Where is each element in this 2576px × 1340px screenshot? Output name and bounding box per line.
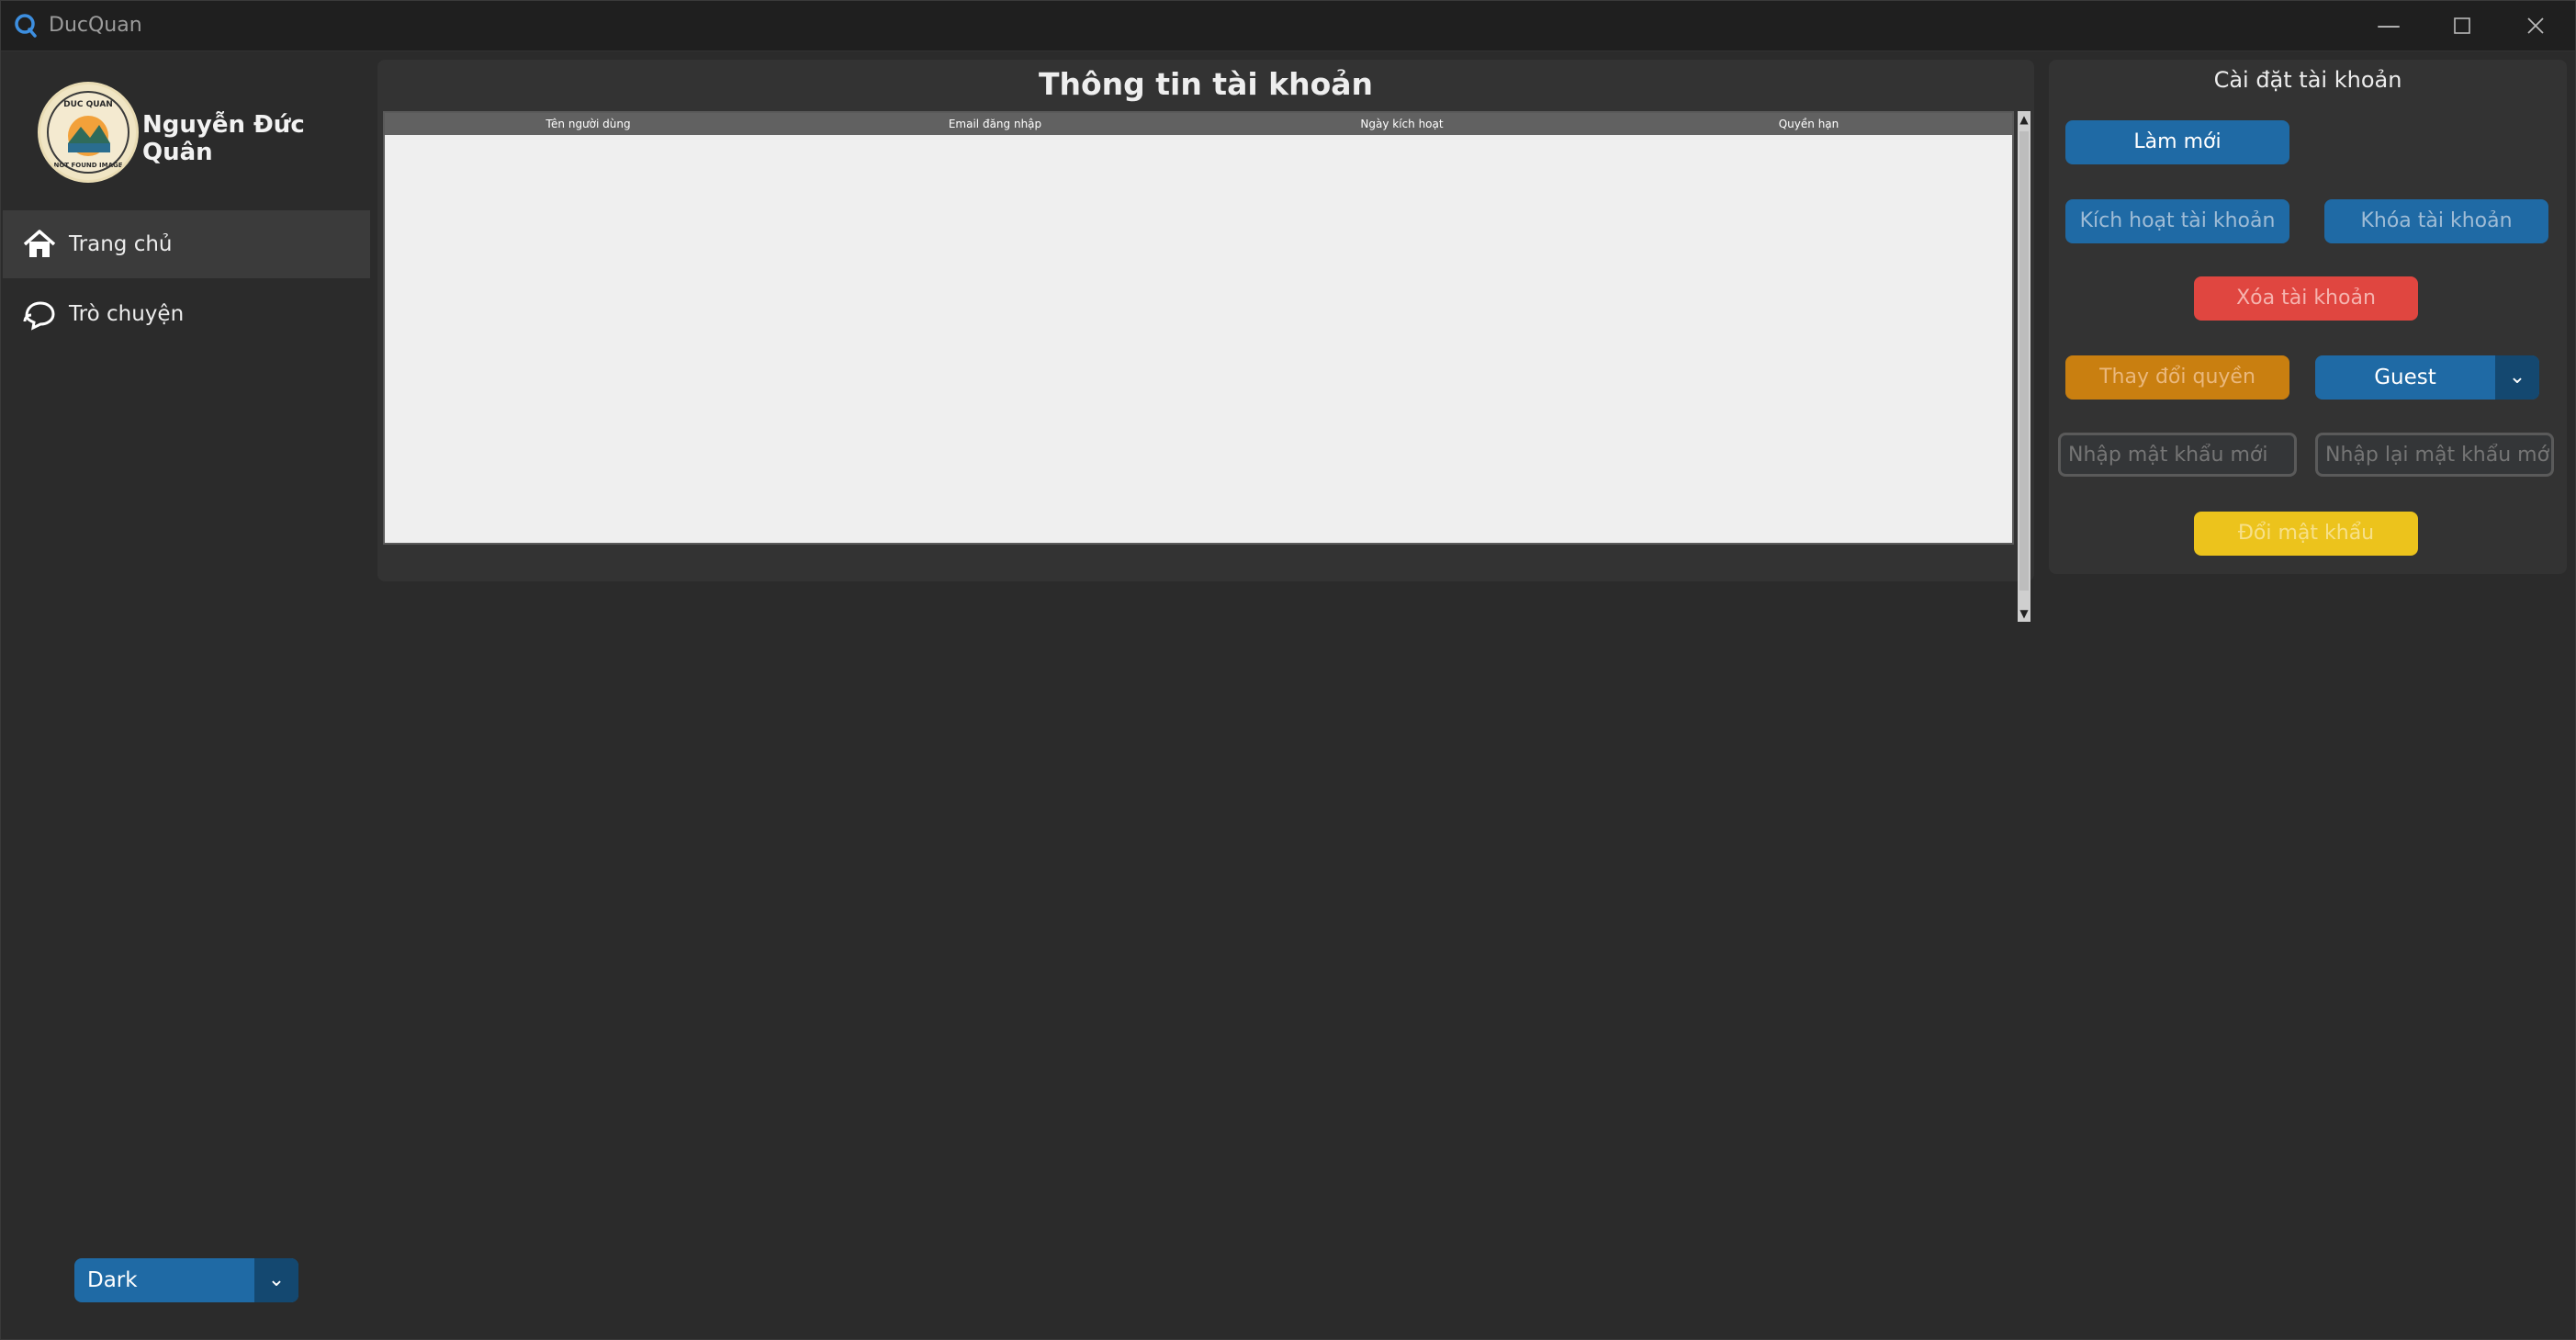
new-password-field[interactable] — [2058, 433, 2297, 477]
settings-title: Cài đặt tài khoản — [2213, 67, 2402, 93]
activate-account-button[interactable]: Kích hoạt tài khoản — [2065, 199, 2289, 243]
user-name: Nguyễn Đức Quân — [142, 111, 305, 166]
lock-account-button[interactable]: Khóa tài khoản — [2324, 199, 2548, 243]
app-window: DucQuan — DUC QUAN NOT FOUND IMAGE Nguyễ… — [0, 0, 2576, 1340]
title-bar[interactable]: DucQuan — — [1, 1, 2575, 51]
window-title: DucQuan — [49, 14, 142, 37]
sidebar-item-label: Trò chuyện — [69, 302, 185, 326]
confirm-password-field[interactable] — [2315, 433, 2554, 477]
scroll-up-icon[interactable]: ▲ — [2018, 111, 2030, 128]
theme-select-value: Dark — [87, 1268, 138, 1292]
avatar-text-bottom: NOT FOUND IMAGE — [53, 162, 122, 169]
sidebar-item-chat[interactable]: Trò chuyện — [3, 280, 370, 348]
minimize-icon[interactable]: — — [2368, 10, 2409, 41]
chevron-down-icon[interactable]: ⌄ — [2495, 355, 2539, 400]
role-select-value: Guest — [2374, 366, 2436, 389]
chat-icon — [23, 301, 55, 331]
table-header: Tên người dùng Email đăng nhập Ngày kích… — [385, 113, 2012, 135]
home-icon — [23, 230, 56, 257]
change-role-button[interactable]: Thay đổi quyền — [2065, 355, 2289, 400]
account-info-panel: Thông tin tài khoản Tên người dùng Email… — [377, 60, 2034, 622]
column-header-email[interactable]: Email đăng nhập — [792, 113, 1198, 135]
sidebar-item-label: Trang chủ — [69, 232, 173, 256]
chevron-down-icon[interactable]: ⌄ — [254, 1258, 298, 1302]
scrollbar-thumb[interactable] — [2019, 131, 2029, 591]
app-logo-icon — [15, 14, 37, 38]
table-scrollbar[interactable]: ▲ ▼ — [2018, 111, 2030, 622]
avatar: DUC QUAN NOT FOUND IMAGE — [38, 82, 139, 183]
avatar-image-icon: DUC QUAN NOT FOUND IMAGE — [47, 91, 129, 174]
accounts-table[interactable]: Tên người dùng Email đăng nhập Ngày kích… — [383, 111, 2014, 545]
sidebar-item-home[interactable]: Trang chủ — [3, 210, 370, 278]
column-header-role[interactable]: Quyền hạn — [1605, 113, 2012, 135]
close-icon[interactable] — [2515, 10, 2556, 41]
refresh-button[interactable]: Làm mới — [2065, 120, 2289, 164]
maximize-icon[interactable] — [2442, 10, 2482, 41]
page-title: Thông tin tài khoản — [1038, 66, 1374, 102]
role-select[interactable]: Guest ⌄ — [2315, 355, 2539, 400]
avatar-text-top: DUC QUAN — [63, 100, 113, 109]
column-header-activation-date[interactable]: Ngày kích hoạt — [1198, 113, 1605, 135]
change-password-button[interactable]: Đổi mật khẩu — [2194, 512, 2418, 556]
scroll-down-icon[interactable]: ▼ — [2018, 605, 2030, 622]
column-header-username[interactable]: Tên người dùng — [385, 113, 792, 135]
sidebar: DUC QUAN NOT FOUND IMAGE Nguyễn Đức Quân… — [3, 52, 370, 1336]
delete-account-button[interactable]: Xóa tài khoản — [2194, 276, 2418, 321]
account-settings-panel: Cài đặt tài khoản Làm mới Kích hoạt tài … — [2049, 60, 2567, 574]
theme-select[interactable]: Dark ⌄ — [74, 1258, 298, 1302]
